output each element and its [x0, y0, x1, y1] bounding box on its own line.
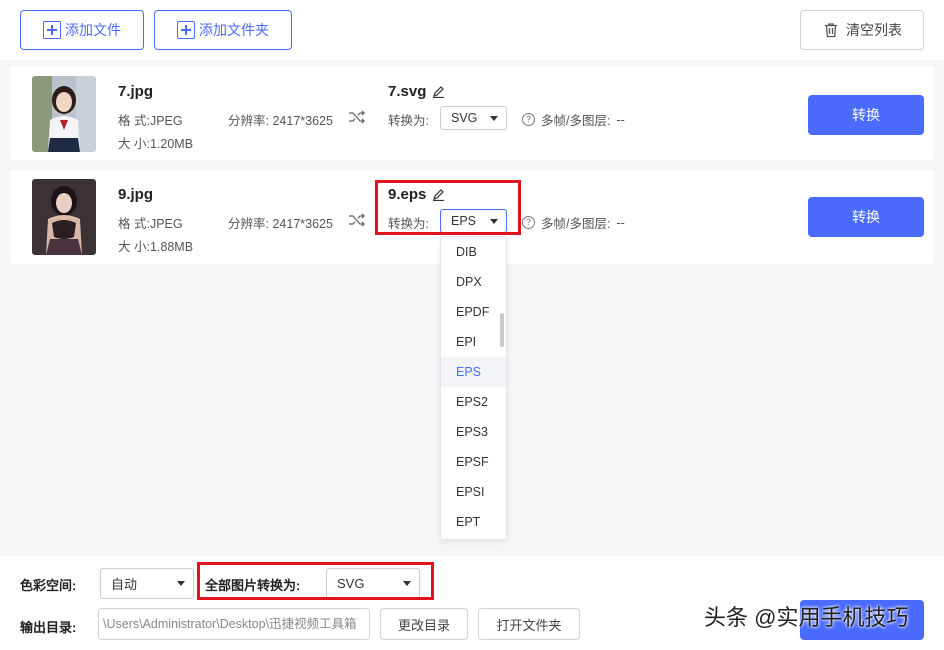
multiframe-label: 多帧/多图层: — [541, 114, 611, 128]
convert-button[interactable]: 转换 — [808, 197, 924, 237]
add-file-label: 添加文件 — [65, 22, 121, 38]
highlight-box — [197, 562, 434, 600]
output-dir-input[interactable]: \Users\Administrator\Desktop\迅捷视频工具箱 — [98, 608, 370, 640]
format-option[interactable]: EPS — [441, 357, 506, 387]
file-name: 7.jpg — [118, 83, 154, 100]
output-name[interactable]: 7.svg — [388, 83, 445, 100]
add-folder-icon — [177, 21, 195, 39]
help-icon[interactable]: ? — [522, 113, 535, 126]
output-dir-label: 输出目录: — [20, 620, 77, 635]
format-dropdown: DIB DPX EPDF EPI EPS EPS2 EPS3 EPSF EPSI EPT — [440, 236, 507, 540]
chevron-down-icon — [177, 581, 185, 586]
change-dir-button[interactable]: 更改目录 — [380, 608, 468, 640]
multiframe-label: 多帧/多图层: — [541, 217, 611, 231]
format-select[interactable]: SVG — [440, 106, 507, 130]
multiframe-info: ? 多帧/多图层: -- — [522, 213, 625, 232]
multiframe-info: ? 多帧/多图层: -- — [522, 110, 625, 129]
convert-to-label: 转换为: — [388, 114, 429, 128]
file-card: 7.jpg 格 式:JPEG 大 小:1.20MB 分辨率: 2417*3625… — [10, 66, 934, 160]
trash-icon — [825, 23, 837, 38]
size-label: 大 小: — [118, 137, 150, 151]
dropdown-scrollbar[interactable] — [500, 313, 504, 347]
multiframe-value: -- — [616, 215, 625, 230]
format-option[interactable]: EPSF — [441, 447, 506, 477]
file-name: 9.jpg — [118, 186, 154, 203]
watermark-text: 头条 @实用手机技巧 — [704, 605, 909, 630]
color-space-value: 自动 — [111, 577, 138, 592]
resolution-row: 分辨率: 2417*3625 — [228, 213, 333, 232]
add-file-icon — [43, 21, 61, 39]
file-thumbnail — [32, 179, 96, 255]
format-value: JPEG — [149, 217, 183, 231]
clear-list-button[interactable]: 清空列表 — [800, 10, 924, 50]
format-label: 格 式: — [118, 114, 150, 128]
multiframe-value: -- — [616, 112, 625, 127]
resolution-value: 2417*3625 — [272, 114, 333, 128]
resolution-row: 分辨率: 2417*3625 — [228, 110, 333, 129]
color-space-select[interactable]: 自动 — [100, 568, 194, 599]
resolution-label: 分辨率: — [228, 114, 269, 128]
clear-list-label: 清空列表 — [846, 22, 902, 38]
open-folder-button[interactable]: 打开文件夹 — [478, 608, 580, 640]
format-row: 格 式:JPEG — [118, 110, 183, 129]
chevron-down-icon — [490, 115, 498, 121]
format-label: 格 式: — [118, 217, 150, 231]
add-file-button[interactable]: 添加文件 — [20, 10, 144, 50]
format-select-value: SVG — [451, 111, 478, 125]
size-row: 大 小:1.88MB — [118, 236, 193, 255]
format-option[interactable]: EPSI — [441, 477, 506, 507]
format-option[interactable]: EPDF — [441, 297, 506, 327]
color-space-label: 色彩空间: — [20, 578, 77, 593]
edit-icon[interactable] — [432, 85, 445, 98]
format-option[interactable]: DIB — [441, 237, 506, 267]
format-option[interactable]: DPX — [441, 267, 506, 297]
resolution-value: 2417*3625 — [272, 217, 333, 231]
format-value: JPEG — [149, 114, 183, 128]
add-folder-button[interactable]: 添加文件夹 — [154, 10, 292, 50]
convert-button[interactable]: 转换 — [808, 95, 924, 135]
format-option-list: DIB DPX EPDF EPI EPS EPS2 EPS3 EPSF EPSI EPT — [441, 237, 506, 537]
output-name-text: 7.svg — [388, 83, 427, 100]
highlight-box — [375, 180, 521, 235]
size-value: 1.88MB — [149, 240, 194, 254]
top-toolbar: 添加文件 添加文件夹 清空列表 — [0, 0, 944, 60]
file-thumbnail — [32, 76, 96, 152]
format-option[interactable]: EPS2 — [441, 387, 506, 417]
size-label: 大 小: — [118, 240, 150, 254]
shuffle-icon — [349, 213, 365, 227]
size-row: 大 小:1.20MB — [118, 133, 193, 152]
resolution-label: 分辨率: — [228, 217, 269, 231]
format-option[interactable]: EPT — [441, 507, 506, 537]
shuffle-icon — [349, 110, 365, 124]
add-folder-label: 添加文件夹 — [199, 22, 269, 38]
format-option[interactable]: EPI — [441, 327, 506, 357]
help-icon[interactable]: ? — [522, 216, 535, 229]
size-value: 1.20MB — [149, 137, 194, 151]
format-row: 格 式:JPEG — [118, 213, 183, 232]
format-option[interactable]: EPS3 — [441, 417, 506, 447]
